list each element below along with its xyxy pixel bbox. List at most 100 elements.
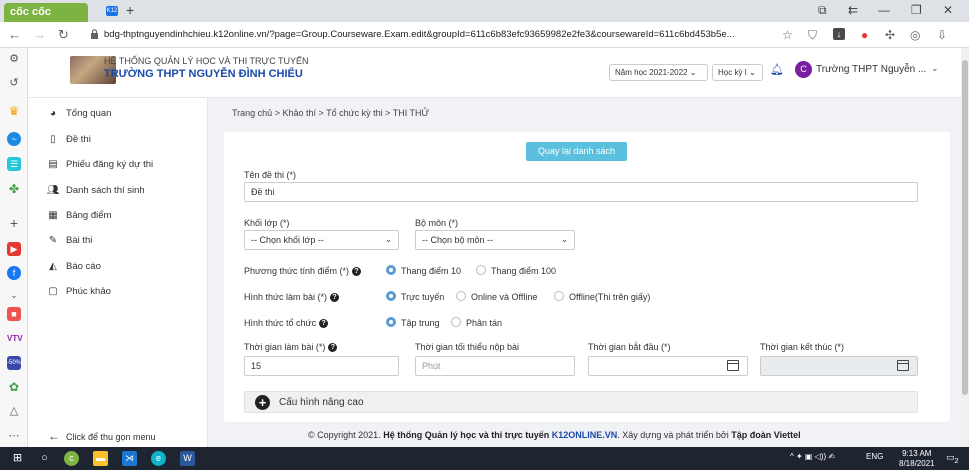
profile-icon[interactable]: ◎ bbox=[910, 28, 920, 42]
radio-centralized[interactable] bbox=[386, 317, 396, 327]
word-icon[interactable]: W bbox=[180, 451, 195, 466]
bookmark-star-icon[interactable]: ☆ bbox=[782, 28, 793, 42]
search-icon[interactable]: ○ bbox=[37, 451, 52, 466]
sidebar-item-scoreboard[interactable]: ▦ Bảng điểm bbox=[46, 210, 111, 230]
radio-online-offline[interactable] bbox=[456, 291, 466, 301]
sidebar-item-review[interactable]: ▢ Phúc khảo bbox=[46, 286, 111, 306]
game-icon[interactable]: ✤ bbox=[7, 182, 21, 196]
extension-icon[interactable]: ● bbox=[861, 28, 868, 42]
subject-select[interactable]: -- Chọn bộ môn -- ⌄ bbox=[415, 230, 575, 250]
notification-center-icon[interactable]: ▭2 bbox=[946, 452, 959, 465]
url-field[interactable]: bdg-thptnguyendinhchieu.k12online.vn/?pa… bbox=[104, 29, 774, 40]
tab-favicon-icon[interactable]: K12 bbox=[106, 6, 118, 16]
download-icon[interactable]: ↓ bbox=[833, 28, 845, 40]
min-submit-input[interactable]: Phút bbox=[415, 356, 575, 376]
main-content: Trang chủ > Khảo thí > Tổ chức kỳ thi > … bbox=[208, 98, 961, 447]
option-distributed[interactable]: Phân tán bbox=[466, 318, 502, 328]
avatar[interactable]: C bbox=[795, 61, 812, 78]
radio-distributed[interactable] bbox=[451, 317, 461, 327]
file-explorer-icon[interactable]: ▬ bbox=[93, 451, 108, 466]
help-icon[interactable]: ? bbox=[319, 319, 329, 329]
exam-name-input[interactable]: Đề thi bbox=[244, 182, 918, 202]
end-time-input[interactable] bbox=[760, 356, 918, 376]
new-tab-icon[interactable]: + bbox=[126, 2, 134, 18]
sidebar-item-reports[interactable]: ◭ Báo cáo bbox=[46, 261, 101, 281]
option-centralized[interactable]: Tập trung bbox=[401, 318, 440, 328]
reader-mode-icon[interactable]: ⧉ bbox=[818, 3, 827, 18]
puzzle-icon[interactable]: ✣ bbox=[885, 28, 895, 42]
chevron-down-icon[interactable]: ⌄ bbox=[931, 63, 939, 74]
option-online[interactable]: Trực tuyến bbox=[401, 292, 444, 302]
clock[interactable]: 9:13 AM 8/18/2021 bbox=[899, 449, 935, 469]
share-icon[interactable]: ⇩ bbox=[937, 28, 947, 42]
duration-input[interactable]: 15 bbox=[244, 356, 399, 376]
back-to-list-button[interactable]: Quay lại danh sách bbox=[526, 142, 627, 161]
organization-label: Hình thức tổ chức? bbox=[244, 318, 329, 329]
radio-scale-100[interactable] bbox=[476, 265, 486, 275]
pin-icon[interactable]: ⇇ bbox=[848, 3, 858, 17]
more-icon[interactable]: ⋯ bbox=[7, 429, 21, 443]
settings-icon[interactable]: ⚙ bbox=[7, 52, 21, 66]
reload-icon[interactable]: ↻ bbox=[58, 27, 69, 43]
collapse-menu-button[interactable]: ← Click để thu gọn menu bbox=[48, 429, 156, 443]
sidebar-item-registration[interactable]: ▤ Phiếu đăng ký dự thi bbox=[46, 159, 153, 179]
add-icon[interactable]: + bbox=[7, 216, 21, 230]
grade-select[interactable]: -- Chọn khối lớp -- ⌄ bbox=[244, 230, 399, 250]
sidebar-item-tests[interactable]: ✎ Bài thi bbox=[46, 235, 93, 255]
radio-offline[interactable] bbox=[554, 291, 564, 301]
history-icon[interactable]: ↺ bbox=[7, 76, 21, 90]
option-online-offline[interactable]: Online và Offline bbox=[471, 292, 537, 302]
shop-icon[interactable]: ■ bbox=[7, 307, 21, 321]
advanced-config-toggle[interactable]: + Cấu hình nâng cao bbox=[244, 391, 918, 413]
help-icon[interactable]: ? bbox=[352, 267, 361, 277]
radio-scale-10[interactable] bbox=[386, 265, 396, 275]
forward-icon[interactable]: → bbox=[33, 27, 46, 42]
language-indicator[interactable]: ENG bbox=[866, 452, 883, 461]
windows-start-icon[interactable]: ⊞ bbox=[10, 451, 25, 466]
help-icon[interactable]: ? bbox=[328, 343, 338, 353]
option-offline[interactable]: Offline(Thi trên giấy) bbox=[569, 292, 650, 302]
option-scale-100[interactable]: Thang điểm 100 bbox=[491, 266, 556, 276]
edge-icon[interactable]: e bbox=[151, 451, 166, 466]
semester-select[interactable]: Học kỳ I ⌄ bbox=[712, 64, 763, 81]
facebook-icon[interactable]: f bbox=[7, 266, 21, 280]
close-icon[interactable]: ✕ bbox=[943, 3, 953, 17]
calendar-icon[interactable] bbox=[727, 360, 739, 371]
minimize-icon[interactable]: — bbox=[878, 3, 890, 17]
min-submit-label: Thời gian tối thiểu nộp bài bbox=[415, 342, 519, 352]
chevron-down-icon: ⌄ bbox=[385, 235, 392, 244]
calendar-icon[interactable] bbox=[897, 360, 909, 371]
radio-online[interactable] bbox=[386, 291, 396, 301]
start-time-input[interactable] bbox=[588, 356, 748, 376]
vscode-icon[interactable]: ⋊ bbox=[122, 451, 137, 466]
app-header: HỆ THỐNG QUẢN LÝ HỌC VÀ THI TRỰC TUYẾN T… bbox=[28, 48, 961, 98]
deal-icon[interactable]: -50% bbox=[7, 356, 21, 370]
breadcrumb[interactable]: Trang chủ > Khảo thí > Tổ chức kỳ thi > … bbox=[232, 108, 429, 118]
crown-icon[interactable]: ♛ bbox=[7, 104, 21, 118]
back-icon[interactable]: ← bbox=[8, 27, 21, 42]
dropdown-icon[interactable]: ⌄ bbox=[7, 288, 21, 302]
coccoc-app-icon[interactable]: c bbox=[64, 451, 79, 466]
tray-icons[interactable]: ^ ✦ ▣ ◁)) ✍ bbox=[790, 452, 835, 461]
help-icon[interactable]: ? bbox=[330, 293, 340, 303]
scoring-label: Phương thức tính điểm (*)? bbox=[244, 266, 361, 277]
chat-icon[interactable]: ☰ bbox=[7, 157, 21, 171]
notification-icon[interactable]: △ bbox=[7, 404, 21, 418]
start-time-label: Thời gian bắt đầu (*) bbox=[588, 342, 671, 352]
youtube-icon[interactable]: ▶ bbox=[7, 242, 21, 256]
messenger-icon[interactable]: ~ bbox=[7, 132, 21, 146]
sidebar-item-overview[interactable]: ◕ Tổng quan bbox=[46, 108, 111, 128]
bell-icon[interactable]: 🔔︎ bbox=[770, 63, 784, 76]
user-name[interactable]: Trường THPT Nguyễn ... bbox=[816, 64, 926, 75]
maximize-icon[interactable]: ❐ bbox=[911, 3, 922, 17]
school-name[interactable]: TRƯỜNG THPT NGUYỄN ĐÌNH CHIỂU bbox=[104, 68, 303, 80]
grid-icon[interactable]: ✿ bbox=[7, 380, 21, 394]
browser-brand[interactable]: cốc cốc bbox=[4, 3, 88, 22]
shield-icon[interactable]: ⛉ bbox=[808, 28, 817, 43]
option-scale-10[interactable]: Thang điểm 10 bbox=[401, 266, 461, 276]
sidebar-item-candidates[interactable]: 👥︎ Danh sách thí sinh bbox=[46, 185, 145, 205]
sidebar-item-exams[interactable]: ▯ Đề thi bbox=[46, 134, 91, 154]
school-year-select[interactable]: Năm học 2021-2022 ⌄ bbox=[609, 64, 708, 81]
vtv-icon[interactable]: VTV bbox=[7, 332, 23, 346]
scrollbar-thumb[interactable] bbox=[962, 60, 968, 395]
